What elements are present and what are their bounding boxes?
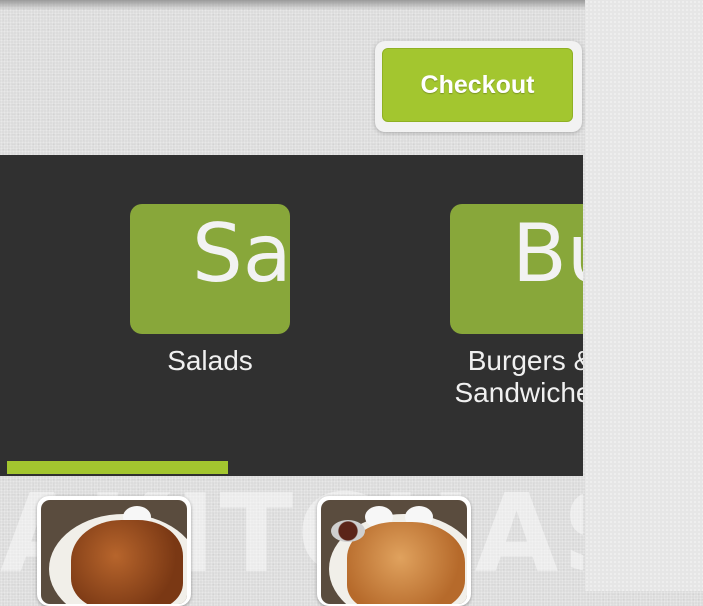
carousel-scroll-indicator[interactable] (7, 461, 228, 474)
right-side-panel (585, 0, 703, 591)
category-carousel[interactable]: Sa Salads Bu Burgers & Sandwiches (0, 155, 583, 476)
category-tile-salads[interactable]: Sa (130, 204, 290, 334)
category-label-salads: Salads (167, 345, 253, 376)
category-label-burgers-sandwiches: Burgers & Sandwiches (454, 345, 584, 408)
category-abbrev: Sa (192, 207, 290, 300)
menu-item-card[interactable] (317, 496, 471, 606)
checkout-button-frame: Checkout (375, 41, 582, 132)
fried-chicken-plate-photo (41, 500, 187, 604)
menu-item-card[interactable] (37, 496, 191, 606)
category-abbrev: Bu (512, 207, 583, 300)
category-tile-burgers-sandwiches[interactable]: Bu (450, 204, 583, 334)
tonkatsu-plate-photo (321, 500, 467, 604)
checkout-button[interactable]: Checkout (382, 48, 573, 122)
